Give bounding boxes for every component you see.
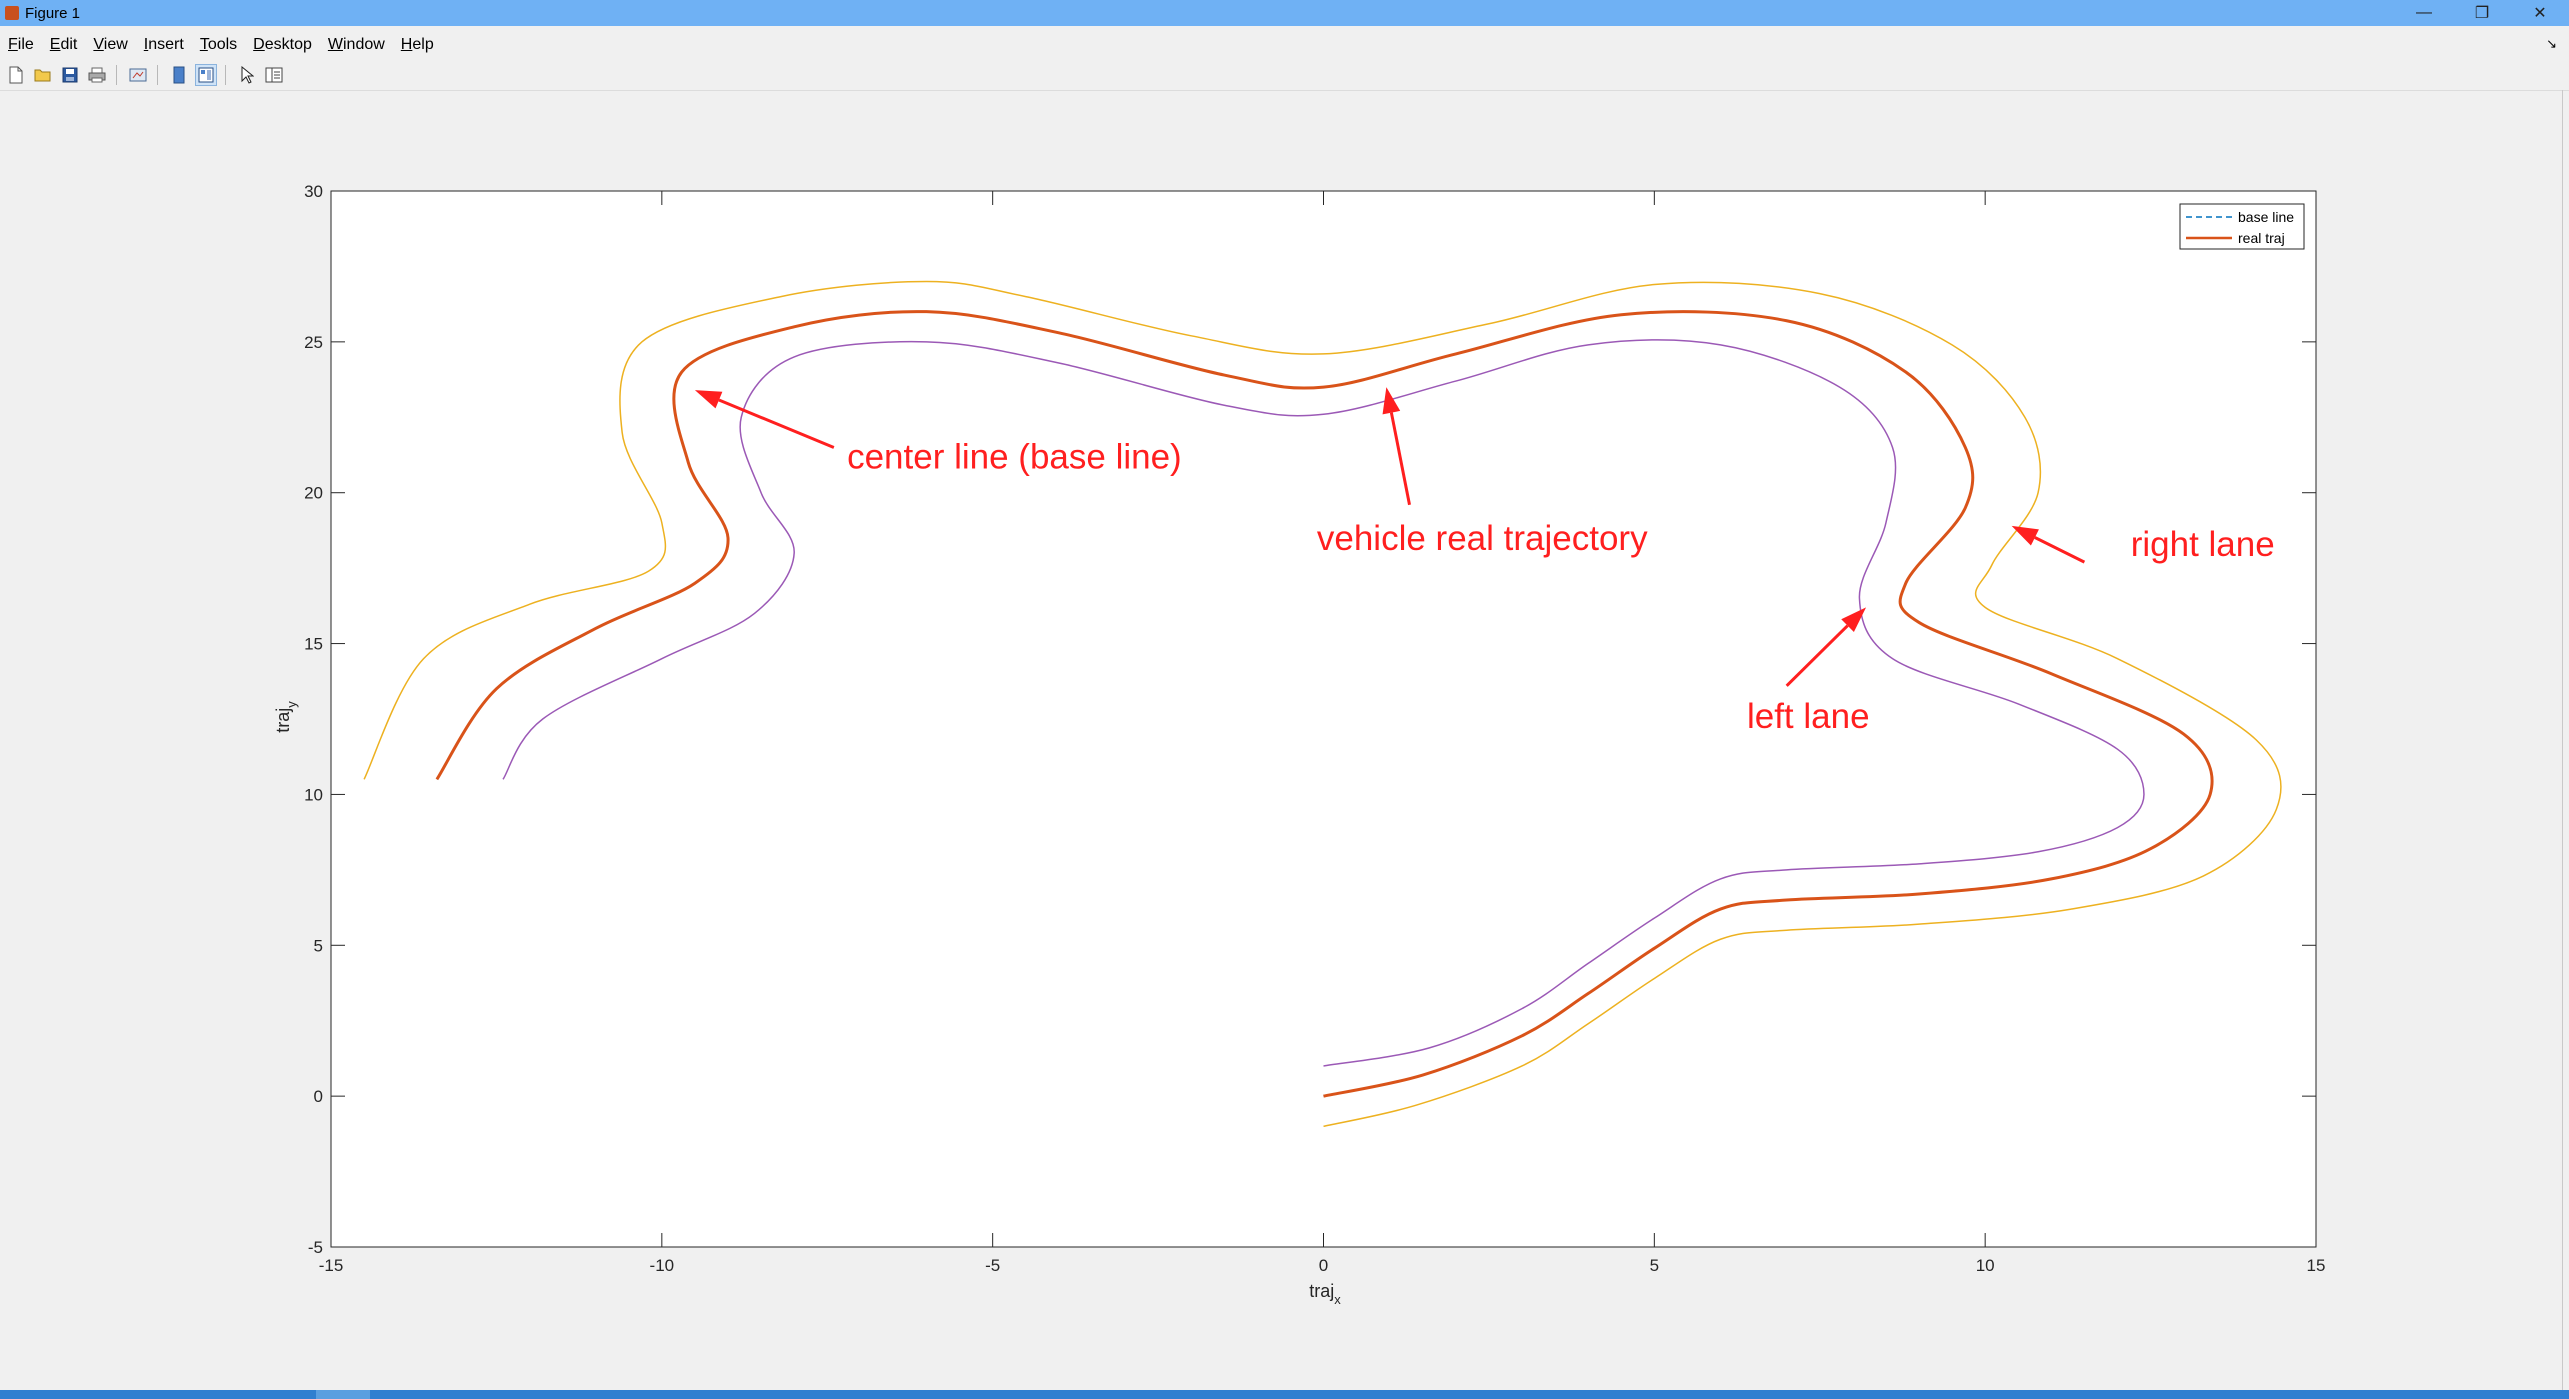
- legend-label-real-traj: real traj: [2238, 230, 2285, 246]
- annotation-label: left lane: [1747, 697, 1870, 736]
- figure-plot: -15 -10 -5 0 5 10 15 -5 0 5 10 15 20 25 30 center line…: [273, 182, 2326, 1307]
- y-tick-label: -5: [308, 1238, 323, 1257]
- taskbar-segment: [316, 1390, 370, 1399]
- x-axis-label: trajx: [1309, 1281, 1341, 1307]
- annotation-label: vehicle real trajectory: [1317, 519, 1648, 558]
- y-tick-label: 15: [304, 635, 323, 654]
- x-tick-label: 0: [1319, 1256, 1328, 1275]
- x-tick-label: -10: [650, 1256, 675, 1275]
- y-tick-label: 10: [304, 785, 323, 804]
- annotation-label: right lane: [2131, 525, 2275, 564]
- taskbar-strip: [0, 1390, 2569, 1399]
- x-tick-label: -15: [319, 1256, 344, 1275]
- legend[interactable]: base line real traj: [2179, 203, 2305, 250]
- y-tick-label: 20: [304, 484, 323, 503]
- y-tick-label: 5: [314, 936, 323, 955]
- axes-background: [331, 191, 2316, 1247]
- x-tick-label: 10: [1976, 1256, 1995, 1275]
- y-tick-label: 30: [304, 182, 323, 201]
- right-scroll-edge: [2562, 90, 2569, 1390]
- x-tick-label: 5: [1650, 1256, 1659, 1275]
- x-tick-label: -5: [985, 1256, 1000, 1275]
- y-tick-label: 25: [304, 333, 323, 352]
- y-axis-label: trajy: [273, 701, 299, 733]
- legend-label-base-line: base line: [2238, 209, 2294, 225]
- x-tick-label: 15: [2307, 1256, 2326, 1275]
- y-tick-label: 0: [314, 1087, 323, 1106]
- annotation-label: center line (base line): [847, 438, 1182, 477]
